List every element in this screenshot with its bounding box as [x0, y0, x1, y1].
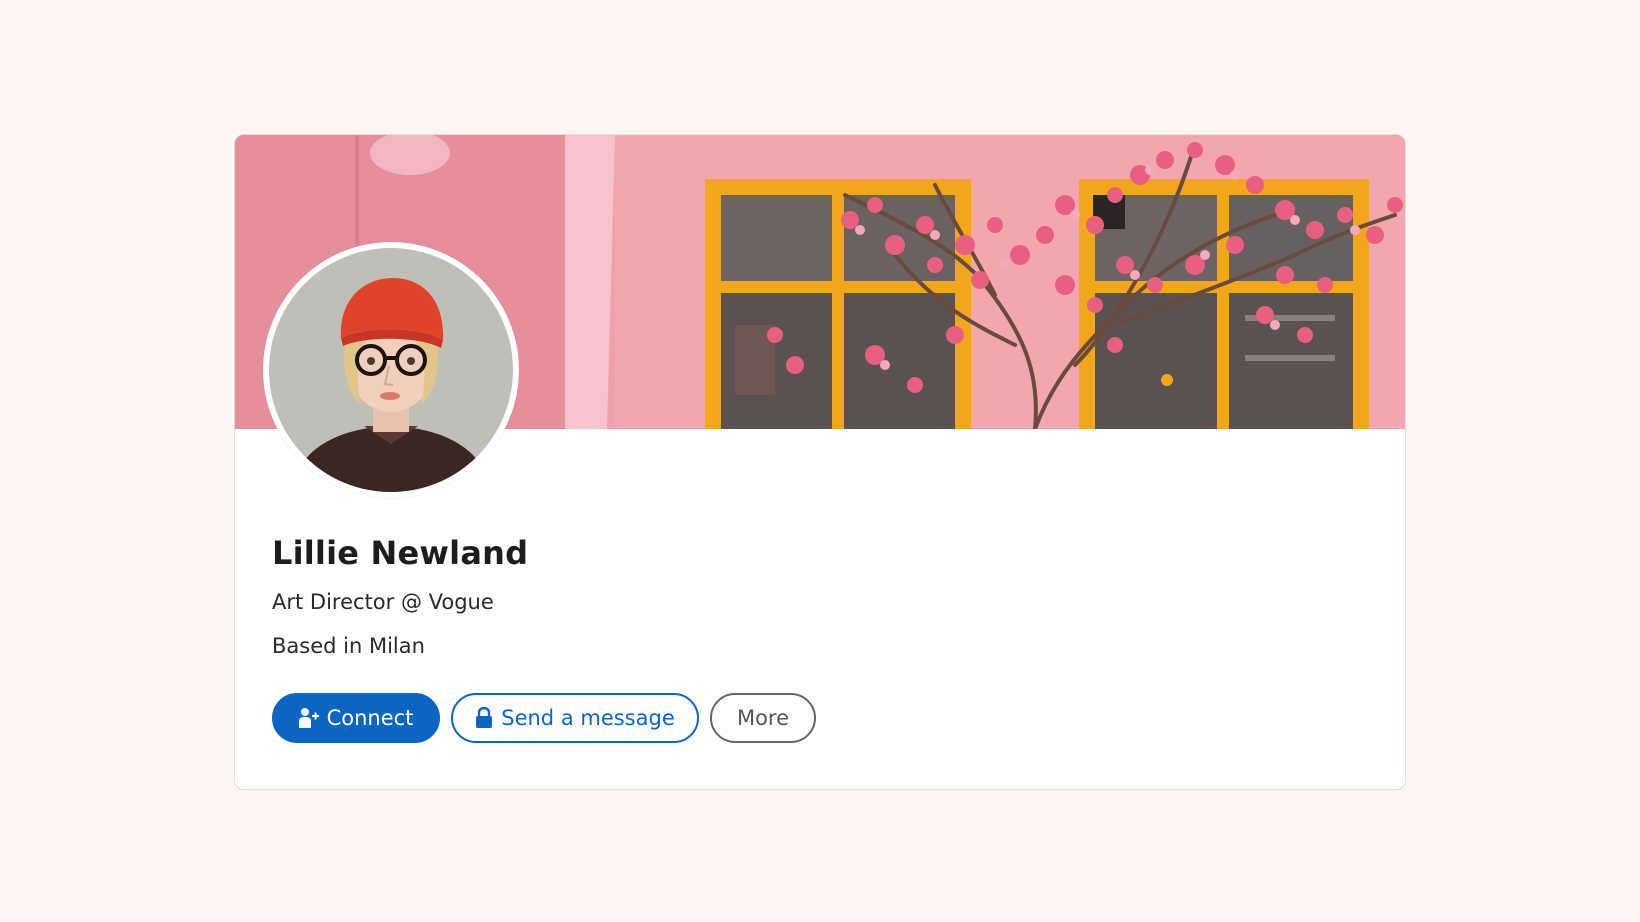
- more-label: More: [736, 706, 790, 730]
- connect-label: Connect: [326, 706, 414, 730]
- profile-headline: Art Director @ Vogue: [272, 590, 494, 614]
- avatar[interactable]: [263, 242, 519, 498]
- profile-name: Lillie Newland: [272, 534, 529, 572]
- profile-actions: Connect Send a message More: [272, 693, 816, 743]
- send-message-label: Send a message: [501, 706, 675, 730]
- profile-card: Lillie Newland Art Director @ Vogue Base…: [234, 134, 1406, 790]
- send-message-button[interactable]: Send a message: [451, 693, 699, 743]
- avatar-image: [269, 248, 513, 492]
- profile-info: Lillie Newland: [272, 533, 528, 573]
- lock-icon: [475, 707, 493, 729]
- add-person-icon: [298, 707, 319, 729]
- profile-location: Based in Milan: [272, 634, 425, 658]
- connect-button[interactable]: Connect: [272, 693, 440, 743]
- more-button[interactable]: More: [710, 693, 816, 743]
